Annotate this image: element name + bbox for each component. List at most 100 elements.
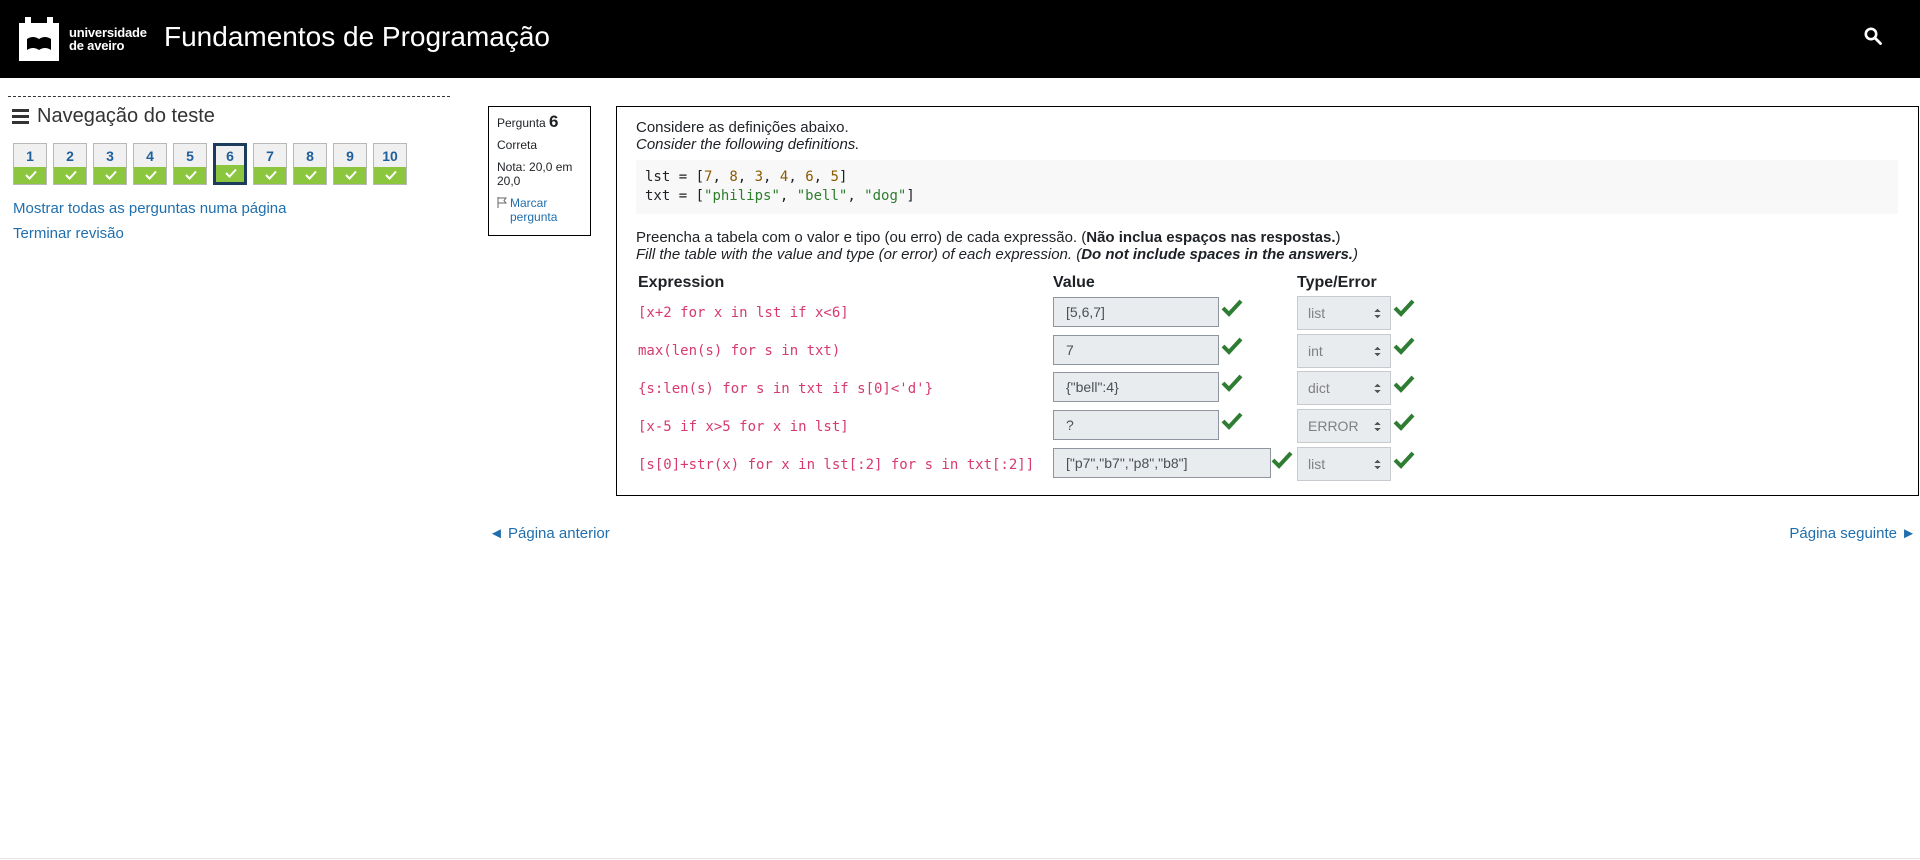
search-icon[interactable] [1864,27,1882,45]
correct-check-icon [1221,374,1243,392]
previous-page-link[interactable]: ◄ Página anterior [489,525,610,542]
value-input-1[interactable]: [5,6,7] [1053,297,1219,327]
value-input-3[interactable]: {"bell":4} [1053,372,1219,402]
correct-indicator [294,167,326,184]
next-page-link[interactable]: Página seguinte ► [1789,525,1916,542]
question-number: 5 [186,148,194,164]
select-arrows-icon [1374,308,1381,319]
expression-2: max(len(s) for s in txt) [638,343,841,359]
instructions-pt-end: ) [1335,229,1341,246]
correct-check-icon [1221,299,1243,317]
instructions-en: Fill the table with the value and type (… [636,246,1358,263]
question-number: 6 [549,112,559,131]
show-all-questions-link[interactable]: Mostrar todas as perguntas numa página [13,200,287,217]
flag-question-link[interactable]: Marcar pergunta [497,196,582,224]
question-number: 6 [226,148,234,164]
check-icon [65,170,77,180]
correct-check-icon [1393,413,1415,431]
value-input-4[interactable]: ? [1053,410,1219,440]
question-number: 2 [66,148,74,164]
type-select-value: ERROR [1308,418,1359,434]
value-input-5[interactable]: ["p7","b7","p8","b8"] [1053,448,1271,478]
correct-check-icon [1393,299,1415,317]
code-value: 4 [779,169,789,185]
check-icon [225,168,237,178]
correct-check-icon [1271,451,1293,469]
correct-indicator [374,167,406,184]
expression-3: {s:len(s) for s in txt if s[0]<'d'} [638,381,934,397]
footer-divider [0,858,1920,859]
question-button-6-current[interactable]: 6 [213,143,247,185]
code-variable: txt [645,188,671,204]
check-icon [105,170,117,180]
code-line-lst: lst = [7, 8, 3, 4, 6, 5] [645,169,848,185]
value-input-2[interactable]: 7 [1053,335,1219,365]
correct-indicator [254,167,286,184]
question-button-8[interactable]: 8 [293,143,327,185]
question-button-3[interactable]: 3 [93,143,127,185]
question-button-5[interactable]: 5 [173,143,207,185]
type-select-3[interactable]: dict [1297,371,1391,405]
correct-indicator [14,167,46,184]
quiz-navigation-heading: Navegação do teste [12,105,450,128]
type-select-4[interactable]: ERROR [1297,409,1391,443]
flag-line-1: Marcar [510,196,548,210]
check-icon [145,170,157,180]
type-select-1[interactable]: list [1297,296,1391,330]
question-button-4[interactable]: 4 [133,143,167,185]
correct-check-icon [1221,412,1243,430]
correct-check-icon [1221,337,1243,355]
select-arrows-icon [1374,459,1381,470]
university-emblem-icon [19,17,59,61]
check-icon [25,170,37,180]
question-number: 3 [106,148,114,164]
instructions-en-start: Fill the table with the value and type (… [636,246,1082,263]
code-variable: lst [645,169,671,185]
type-select-2[interactable]: int [1297,334,1391,368]
question-button-9[interactable]: 9 [333,143,367,185]
expression-5: [s[0]+str(x) for x in lst[:2] for s in t… [638,457,1035,473]
grade-line-2: 20,0 [497,174,521,188]
question-number: 4 [146,148,154,164]
code-line-txt: txt = ["philips", "bell", "dog"] [645,188,915,204]
instructions-pt-start: Preencha a tabela com o valor e tipo (ou… [636,229,1087,246]
question-button-1[interactable]: 1 [13,143,47,185]
expression-4: [x-5 if x>5 for x in lst] [638,419,849,435]
flag-icon [497,197,507,208]
instructions-en-end: ) [1352,246,1358,263]
correct-indicator [334,167,366,184]
code-value: 5 [830,169,839,185]
question-label: Pergunta [497,116,546,130]
type-select-value: list [1308,456,1326,472]
instructions-pt: Preencha a tabela com o valor e tipo (ou… [636,229,1341,246]
check-icon [305,170,317,180]
correct-check-icon [1393,337,1415,355]
code-value: "dog" [864,188,907,204]
correct-indicator [216,165,244,182]
correct-indicator [54,167,86,184]
instructions-pt-emphasis: Não inclua espaços nas respostas. [1086,229,1336,246]
question-number: 10 [382,148,398,164]
instructions-en-emphasis: Do not include spaces in the answers. [1081,246,1353,263]
check-icon [265,170,277,180]
select-arrows-icon [1374,421,1381,432]
type-select-value: int [1308,343,1323,359]
type-select-5[interactable]: list [1297,447,1391,481]
code-block: lst = [7, 8, 3, 4, 6, 5] txt = ["philips… [636,160,1898,214]
question-button-7[interactable]: 7 [253,143,287,185]
finish-review-link[interactable]: Terminar revisão [13,225,124,242]
question-grade: Nota: 20,0 em 20,0 [497,160,582,188]
question-number: 1 [26,148,34,164]
code-value: 7 [704,169,713,185]
logo-text: universidade de aveiro [69,26,147,52]
question-button-10[interactable]: 10 [373,143,407,185]
question-button-2[interactable]: 2 [53,143,87,185]
correct-indicator [94,167,126,184]
question-number: 9 [346,148,354,164]
intro-en: Consider the following definitions. [636,136,860,153]
site-title[interactable]: Fundamentos de Programação [164,20,550,54]
university-logo[interactable]: universidade de aveiro [19,17,147,61]
check-icon [385,170,397,180]
grade-line-1: Nota: 20,0 em [497,160,573,174]
column-header-value: Value [1053,274,1095,291]
